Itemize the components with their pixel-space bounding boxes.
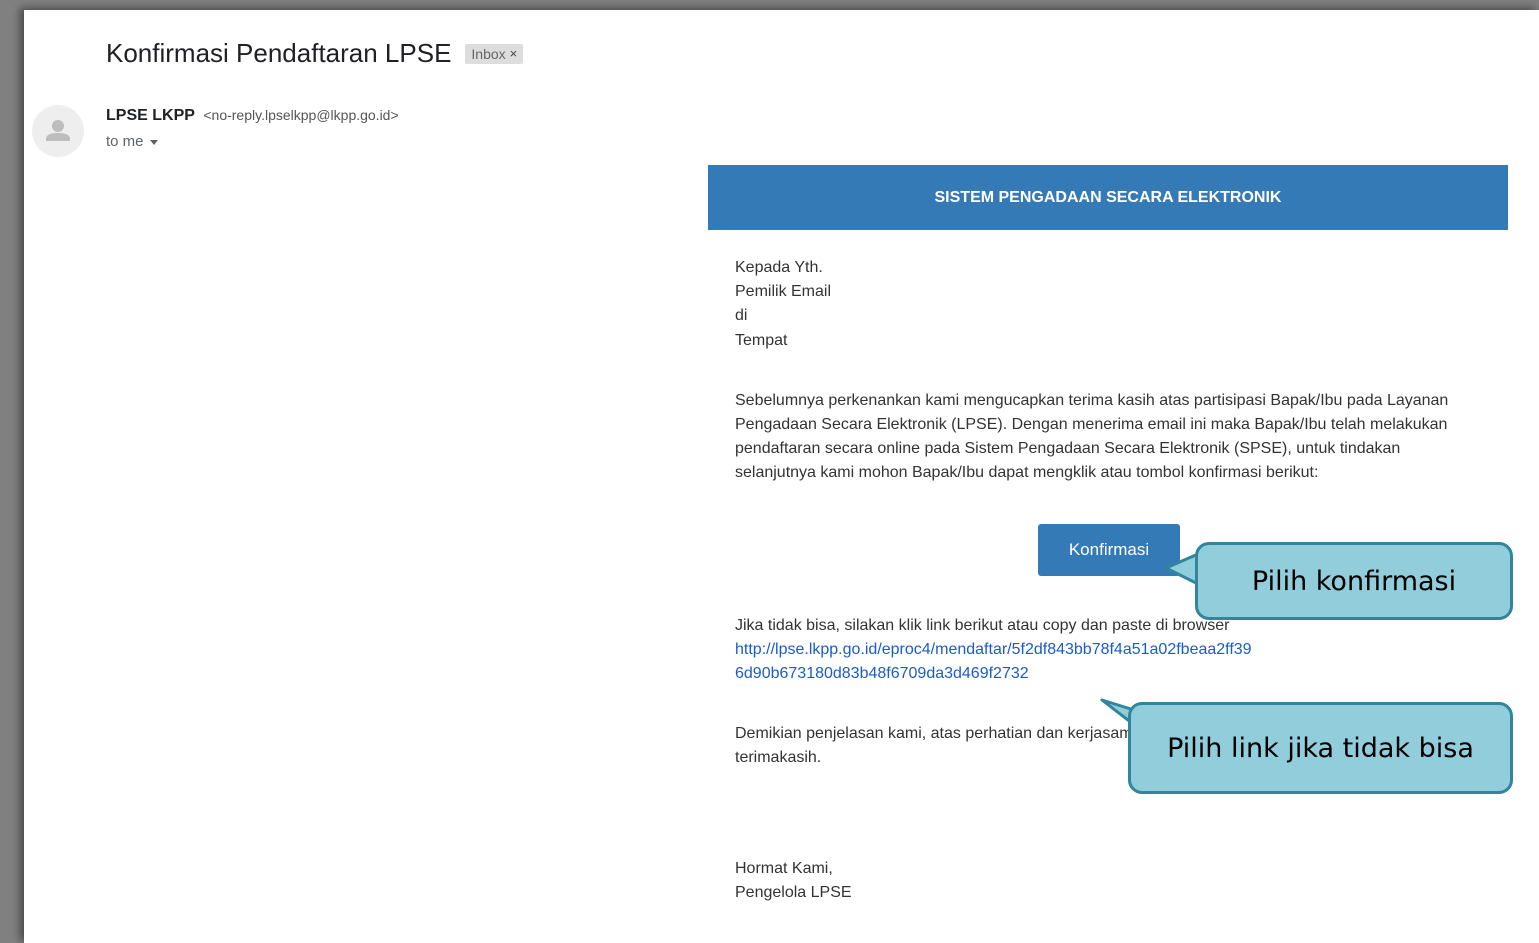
confirm-link-line1[interactable]: http://lpse.lkpp.go.id/eproc4/mendaftar/… xyxy=(735,638,1475,662)
intro-paragraph: Sebelumnya perkenankan kami mengucapkan … xyxy=(735,391,1449,482)
greeting-block: Kepada Yth. Pemilik Email di Tempat xyxy=(735,256,1475,353)
confirm-link-line2[interactable]: 6d90b673180d83b48f6709da3d469f2732 xyxy=(735,662,1475,686)
signature-block: Hormat Kami, Pengelola LPSE xyxy=(735,857,1475,905)
inbox-label-text: Inbox xyxy=(471,45,506,62)
recipient-toggle[interactable]: to me xyxy=(106,133,158,150)
chevron-down-icon xyxy=(149,140,158,145)
greeting-line: Tempat xyxy=(735,331,788,349)
sender-name: LPSE LKPP xyxy=(106,107,195,124)
confirm-button[interactable]: Konfirmasi xyxy=(1038,523,1180,576)
callout-link: Pilih link jika tidak bisa xyxy=(1128,702,1513,794)
email-banner-header: SISTEM PENGADAAN SECARA ELEKTRONIK xyxy=(708,165,1508,230)
greeting-line: Pemilik Email xyxy=(735,283,832,301)
subject-row: Konfirmasi Pendaftaran LPSE Inbox × xyxy=(106,38,524,69)
greeting-line: di xyxy=(735,307,748,325)
person-icon xyxy=(46,120,70,141)
greeting-line: Kepada Yth. xyxy=(735,259,823,276)
sender-line: LPSE LKPP <no-reply.lpselkpp@lkpp.go.id> xyxy=(106,107,399,125)
signature-line: Hormat Kami, xyxy=(735,859,833,877)
sender-email: <no-reply.lpselkpp@lkpp.go.id> xyxy=(203,107,399,123)
sender-avatar xyxy=(32,105,84,157)
recipient-text: to me xyxy=(106,133,144,150)
signature-line: Pengelola LPSE xyxy=(735,883,852,901)
remove-label-icon[interactable]: × xyxy=(510,46,518,61)
callout-confirm: Pilih konfirmasi xyxy=(1195,542,1513,620)
inbox-label-badge: Inbox × xyxy=(465,43,524,64)
fallback-paragraph: Jika tidak bisa, silakan klik link berik… xyxy=(735,614,1475,687)
email-subject: Konfirmasi Pendaftaran LPSE xyxy=(106,38,452,68)
email-view: Konfirmasi Pendaftaran LPSE Inbox × LPSE… xyxy=(24,10,1539,943)
